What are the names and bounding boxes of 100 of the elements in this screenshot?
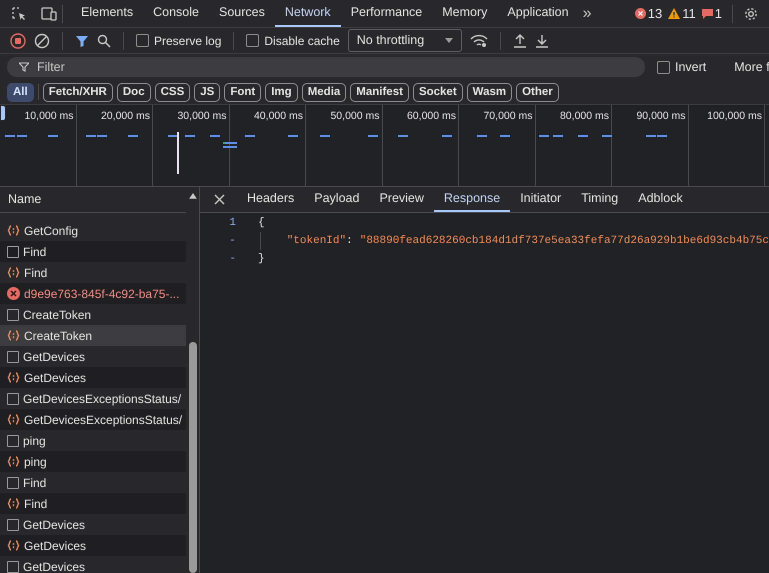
upload-icon[interactable]	[512, 34, 527, 48]
request-row[interactable]: Find	[0, 262, 186, 283]
request-row[interactable]: GetDevices	[0, 556, 186, 573]
time-tick-label: 30,000 ms	[177, 109, 226, 124]
request-row[interactable]: GetDevices	[0, 514, 186, 535]
type-filter-chip[interactable]: CSS	[154, 82, 190, 102]
caret-icon	[444, 38, 453, 43]
detail-tab[interactable]: Adblock	[628, 187, 693, 212]
error-icon	[7, 287, 20, 300]
detail-tab[interactable]: Headers	[237, 187, 304, 212]
invert-checkbox[interactable]	[657, 60, 670, 74]
detail-tab[interactable]: Response	[434, 187, 510, 212]
time-tick-label: 70,000 ms	[483, 109, 532, 124]
type-filter-chip[interactable]: Font	[224, 82, 262, 102]
inspect-icon[interactable]	[11, 6, 27, 22]
json-colon: :	[346, 234, 353, 249]
time-tick-label: 10,000 ms	[24, 109, 74, 124]
document-icon	[7, 434, 19, 446]
request-row[interactable]: ping	[0, 430, 186, 451]
filter-field[interactable]: Filter	[7, 57, 645, 77]
download-icon[interactable]	[534, 34, 549, 48]
name-column-header[interactable]: Name	[0, 187, 186, 213]
time-tick-label: 80,000 ms	[560, 109, 609, 124]
panel-tab[interactable]: Application	[497, 0, 579, 27]
record-icon[interactable]	[10, 32, 26, 48]
invert-label: Invert	[675, 58, 706, 76]
json-key: "tokenId"	[286, 232, 346, 250]
disable-cache-checkbox[interactable]	[246, 34, 260, 47]
json-brace: }	[258, 252, 265, 267]
detail-tab[interactable]: Preview	[369, 187, 434, 212]
document-icon	[7, 350, 19, 362]
type-filter-chip[interactable]: All	[7, 82, 34, 102]
panel-tab[interactable]: Memory	[432, 0, 498, 27]
request-row[interactable]: CreateToken	[0, 304, 186, 325]
device-toolbar-icon[interactable]	[40, 6, 58, 22]
request-row[interactable]: CreateToken	[0, 325, 186, 346]
scroll-up-icon[interactable]	[188, 193, 197, 199]
throttling-dropdown[interactable]: No throttling	[348, 29, 462, 52]
braces-icon	[7, 456, 20, 467]
document-icon	[7, 560, 19, 572]
braces-icon	[7, 372, 20, 383]
request-row[interactable]: GetConfig	[0, 220, 186, 241]
time-tick-label: 100,000 ms	[707, 109, 762, 124]
preserve-log-label: Preserve log	[154, 32, 222, 50]
detail-tab[interactable]: Timing	[571, 187, 628, 212]
clear-icon[interactable]	[34, 32, 50, 48]
warning-icon	[668, 8, 680, 19]
timeline-overview[interactable]: 10,000 ms 20,000 ms 30,000 ms 40,000 ms 50,000 ms 60,000 ms 70,000 ms 80,000 ms 90,000 ms 100,000 ms	[0, 105, 769, 187]
request-row[interactable]: GetDevicesExceptionsStatus/	[0, 388, 186, 409]
time-tick-label: 90,000 ms	[636, 109, 686, 124]
error-count[interactable]: 13	[648, 4, 662, 24]
type-filter-chip[interactable]: Wasm	[466, 82, 512, 102]
type-filter-chip[interactable]: Media	[302, 82, 346, 102]
more-tabs-button[interactable]: »	[578, 2, 596, 26]
settings-icon[interactable]	[743, 6, 759, 22]
request-row[interactable]: GetDevices	[0, 346, 186, 367]
panel-tab[interactable]: Performance	[340, 0, 432, 27]
time-tick-label: 20,000 ms	[100, 109, 150, 124]
document-icon	[7, 392, 19, 404]
type-filter-chip[interactable]: JS	[194, 82, 220, 102]
type-filter-chip[interactable]: Doc	[116, 82, 151, 102]
document-icon	[7, 246, 19, 258]
panel-tab[interactable]: Console	[143, 0, 209, 27]
disable-cache-label: Disable cache	[264, 32, 340, 50]
detail-tab[interactable]: Initiator	[510, 187, 572, 212]
document-icon	[7, 308, 19, 320]
type-filter-chip[interactable]: Other	[516, 82, 559, 102]
overview-handle[interactable]	[0, 105, 6, 121]
type-filter-chip[interactable]: Img	[265, 82, 298, 102]
request-row[interactable]: Find	[0, 472, 186, 493]
time-tick-label: 40,000 ms	[254, 109, 303, 124]
line-number: 1	[228, 216, 237, 231]
message-count[interactable]: 1	[714, 4, 722, 24]
type-filter-chip[interactable]: Fetch/XHR	[42, 82, 113, 102]
braces-icon	[7, 540, 20, 551]
search-icon[interactable]	[97, 34, 111, 48]
warning-count[interactable]: 11	[682, 4, 696, 24]
preserve-log-checkbox[interactable]	[136, 34, 149, 47]
braces-icon	[7, 225, 20, 236]
filter-icon[interactable]	[75, 34, 89, 48]
type-filter-chip[interactable]: Socket	[412, 82, 463, 102]
close-icon[interactable]	[214, 194, 225, 205]
message-icon	[702, 8, 713, 19]
line-number: -	[228, 234, 237, 249]
type-filter-chip[interactable]: Manifest	[350, 82, 409, 102]
panel-tab[interactable]: Sources	[208, 0, 275, 27]
panel-tab[interactable]: Elements	[71, 0, 144, 27]
braces-icon	[7, 414, 20, 425]
document-icon	[7, 476, 19, 488]
network-conditions-icon[interactable]	[470, 34, 488, 48]
scrollbar-thumb[interactable]	[188, 342, 197, 573]
braces-icon	[7, 498, 20, 509]
time-tick-label: 60,000 ms	[406, 109, 456, 124]
detail-tab[interactable]: Payload	[304, 187, 370, 212]
json-brace: {	[258, 216, 265, 231]
error-icon	[634, 8, 646, 19]
time-tick-label: 50,000 ms	[330, 109, 380, 124]
braces-icon	[7, 330, 20, 341]
json-value: "88890fead628260cb184d1df737e5ea33fefa77d26a929b1be6d93cb4b75c	[360, 234, 769, 249]
line-number: -	[228, 252, 237, 267]
